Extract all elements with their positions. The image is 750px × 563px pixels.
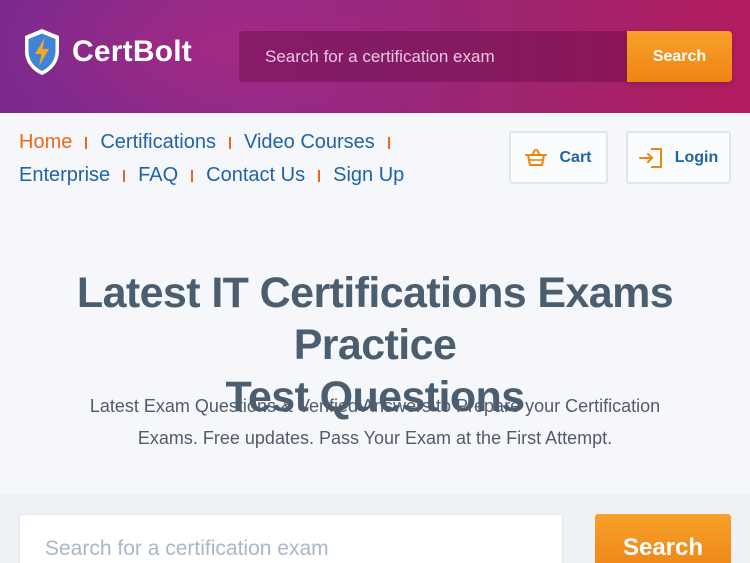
nav-row-1: Home Certifications Video Courses — [19, 126, 479, 159]
hero-subtitle-line-2: Exams. Free updates. Pass Your Exam at t… — [137, 428, 613, 448]
brand-logo[interactable]: CertBolt — [22, 27, 192, 77]
main-search-button[interactable]: Search — [595, 514, 731, 563]
nav-link-certifications[interactable]: Certifications — [100, 126, 216, 159]
nav-link-contact-us[interactable]: Contact Us — [206, 159, 305, 192]
cart-label: Cart — [559, 148, 592, 166]
hero-subtitle-line-1: Latest Exam Questions & Verified Answers… — [89, 396, 661, 416]
login-button[interactable]: Login — [626, 131, 731, 184]
main-nav: Home Certifications Video Courses Enterp… — [19, 126, 479, 192]
login-arrow-icon — [638, 147, 662, 168]
header-search-input[interactable] — [265, 46, 627, 67]
nav-separator — [318, 169, 321, 182]
nav-separator — [85, 136, 88, 149]
header-search-box — [239, 31, 627, 82]
nav-separator — [387, 136, 390, 149]
nav-link-faq[interactable]: FAQ — [138, 159, 178, 192]
basket-icon — [525, 148, 548, 166]
nav-separator — [123, 169, 126, 182]
brand-name: CertBolt — [72, 35, 192, 68]
shield-bolt-icon — [25, 29, 59, 75]
nav-link-home[interactable]: Home — [19, 126, 72, 159]
nav-link-enterprise[interactable]: Enterprise — [19, 159, 110, 192]
main-search-input[interactable] — [45, 537, 562, 561]
nav-link-sign-up[interactable]: Sign Up — [333, 159, 404, 192]
cart-button[interactable]: Cart — [509, 131, 608, 184]
nav-link-video-courses[interactable]: Video Courses — [244, 126, 375, 159]
hero-subtitle: Latest Exam Questions & Verified Answers… — [75, 390, 675, 454]
nav-row-2: Enterprise FAQ Contact Us Sign Up — [19, 159, 479, 192]
login-label: Login — [674, 148, 719, 166]
main-search-box — [19, 514, 563, 563]
nav-separator — [191, 169, 194, 182]
hero-title-line-1: Latest IT Certifications Exams Practice — [76, 269, 674, 369]
nav-separator — [228, 136, 231, 149]
site-header: CertBolt Search — [0, 0, 750, 113]
header-search-button[interactable]: Search — [627, 31, 732, 82]
